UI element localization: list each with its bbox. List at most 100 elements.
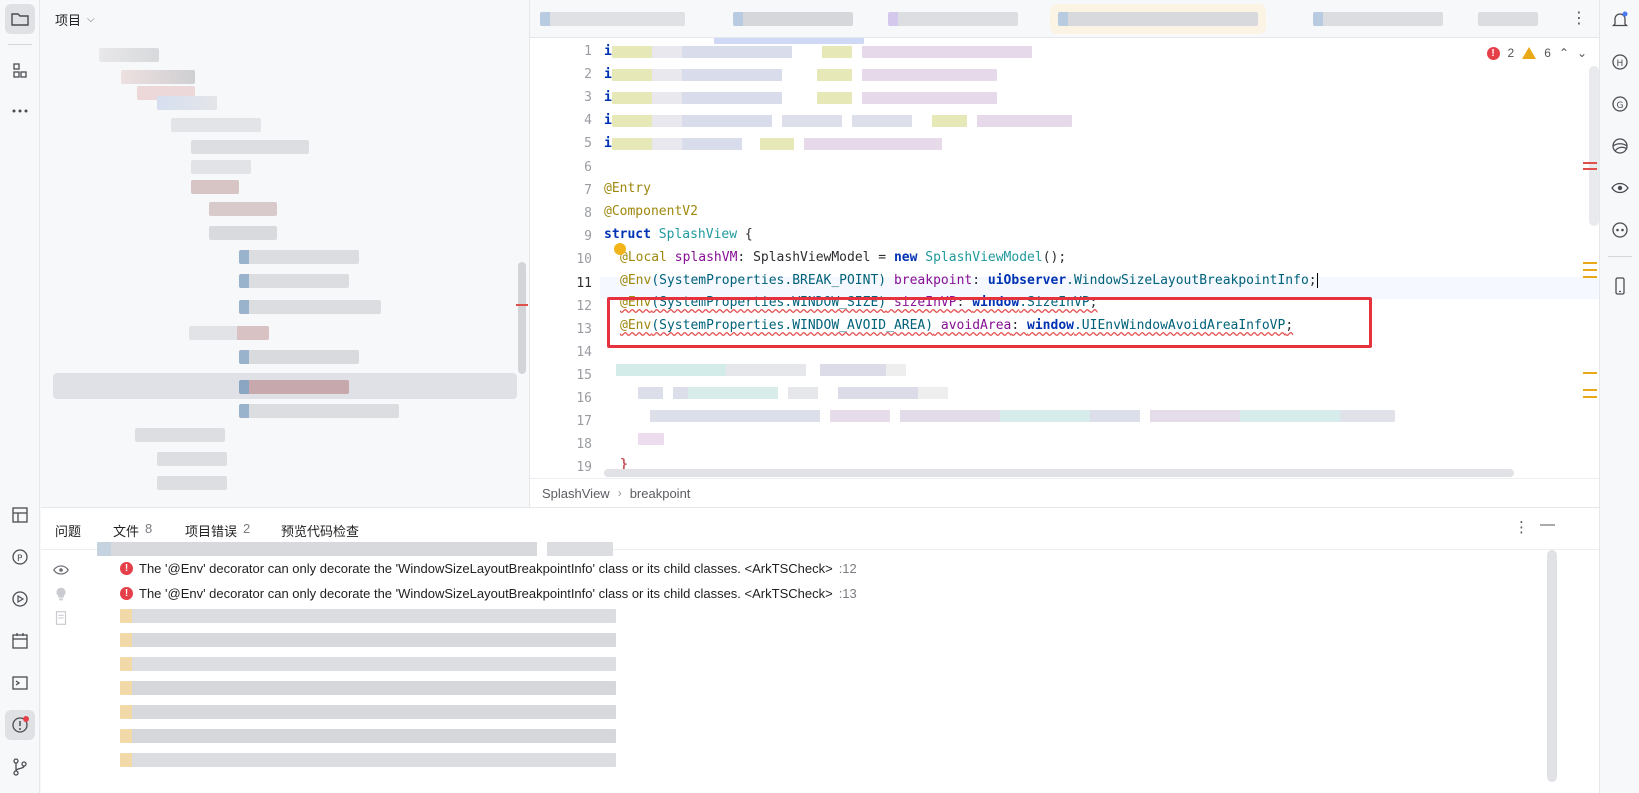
breadcrumb: SplashView › breakpoint [530,478,1599,507]
tab-count: 2 [243,521,251,536]
tab-label: 项目错误 [185,524,238,539]
tree-item[interactable] [157,476,227,490]
punct: = [870,250,894,265]
error-icon: ! [1486,46,1500,60]
tree-item[interactable] [239,350,359,364]
notification-icon[interactable] [1608,8,1632,32]
eye-icon[interactable] [1608,176,1632,200]
editor-tab[interactable] [1313,12,1443,26]
struct-name: SplashView [658,227,738,242]
tab-label: 文件 [113,524,140,539]
editor-tab[interactable] [540,12,685,26]
editor-tab[interactable] [888,12,1018,26]
tree-item[interactable] [191,140,309,154]
run-icon[interactable] [5,584,35,614]
robot-icon[interactable] [1608,218,1632,242]
code-editor[interactable]: ⋮ 1 2 3 4 5 6 7 8 9 10 11 12 13 14 15 16… [530,0,1599,507]
problems-side-toolbar [51,560,75,632]
globe-icon[interactable] [1608,134,1632,158]
project-dropdown[interactable]: 项目 ⌵ [55,10,95,29]
code-area[interactable]: i i i i i @Entry @ComponentV2 struct Spl… [604,38,1594,478]
keyword: new [893,250,918,265]
line-number: 18 [576,437,592,452]
breadcrumb-item[interactable]: SplashView [542,486,610,501]
error-marker [516,304,528,306]
blurred-problem[interactable] [120,729,616,743]
line-number: 10 [576,252,592,267]
tab-preview-inspection[interactable]: 预览代码检查 [281,521,359,540]
punct: : [737,250,754,265]
tree-item[interactable] [191,160,251,174]
tree-item[interactable] [239,250,359,264]
tool-separator [8,44,32,45]
horizontal-scrollbar[interactable] [604,469,1514,477]
blurred-problem[interactable] [120,681,616,695]
g-icon[interactable]: G [1608,92,1632,116]
tree-item[interactable] [157,452,227,466]
editor-scrollbar[interactable] [1589,66,1599,226]
problem-item[interactable]: ! The '@Env' decorator can only decorate… [120,561,857,576]
warning-stripe [1583,372,1597,374]
project-scrollbar[interactable] [518,262,526,374]
document-icon[interactable] [51,608,71,628]
blurred-problem[interactable] [120,753,616,767]
problem-text: The '@Env' decorator can only decorate t… [139,561,833,576]
bulb-icon[interactable] [614,243,626,255]
bulb-icon[interactable] [51,584,71,604]
tree-item[interactable] [209,226,277,240]
tree-item[interactable] [191,180,239,194]
problems-icon[interactable] [5,710,35,740]
chevron-up-icon[interactable]: ⌃ [1559,46,1569,60]
type-name: .WindowSizeLayoutBreakpointInfo [1066,273,1309,288]
more-vertical-icon[interactable]: ⋮ [1514,518,1529,536]
minimize-icon[interactable]: — [1540,516,1555,533]
line-number: 8 [584,206,592,221]
more-icon[interactable] [5,96,35,126]
blurred-problem[interactable] [120,609,616,623]
folder-icon[interactable] [5,4,35,34]
tab-file[interactable]: 文件 8 [113,521,152,540]
tree-item[interactable] [239,404,399,418]
structure-icon[interactable] [5,56,35,86]
tree-item[interactable] [209,202,277,216]
line-number: 6 [584,160,592,175]
blurred-problem[interactable] [120,705,616,719]
tree-item[interactable] [121,70,195,84]
editor-tab[interactable] [733,12,853,26]
blurred-problem[interactable] [120,657,616,671]
blurred-problem[interactable] [120,633,616,647]
git-icon[interactable] [5,752,35,782]
line-number: 5 [584,136,592,151]
line-number-gutter: 1 2 3 4 5 6 7 8 9 10 11 12 13 14 15 16 1… [530,38,600,478]
tree-item[interactable] [99,48,159,62]
annotation-highlight-box [607,297,1372,348]
tree-item[interactable] [239,380,349,394]
tree-item[interactable] [171,118,261,132]
tab-problems[interactable]: 问题 [55,521,81,540]
todo-icon[interactable] [5,626,35,656]
editor-tab-active[interactable] [1058,12,1258,26]
blurred-file-row[interactable] [97,542,613,556]
editor-tab[interactable] [1478,12,1538,26]
problem-item[interactable]: ! The '@Env' decorator can only decorate… [120,586,857,601]
tab-project-errors[interactable]: 项目错误 2 [185,521,250,540]
tree-item[interactable] [189,326,269,340]
plugin-icon[interactable]: P [5,542,35,572]
svg-text:H: H [1617,59,1624,69]
right-tool-bar: H G [1599,0,1639,793]
tree-item[interactable] [239,300,381,314]
more-vertical-icon[interactable]: ⋮ [1571,8,1587,28]
breadcrumb-item[interactable]: breakpoint [630,486,691,501]
inspection-widget[interactable]: ! 2 6 ⌃ ⌄ [1486,46,1587,60]
line-number: 17 [576,414,592,429]
problems-scrollbar[interactable] [1547,550,1557,782]
tree-item[interactable] [239,274,349,288]
device-icon[interactable] [1608,274,1632,298]
h-icon[interactable]: H [1608,50,1632,74]
tree-item[interactable] [135,428,225,442]
tree-item[interactable] [157,96,217,110]
terminal-icon[interactable] [5,668,35,698]
eye-icon[interactable] [51,560,71,580]
chevron-down-icon[interactable]: ⌄ [1577,46,1587,60]
layout-icon[interactable] [5,500,35,530]
